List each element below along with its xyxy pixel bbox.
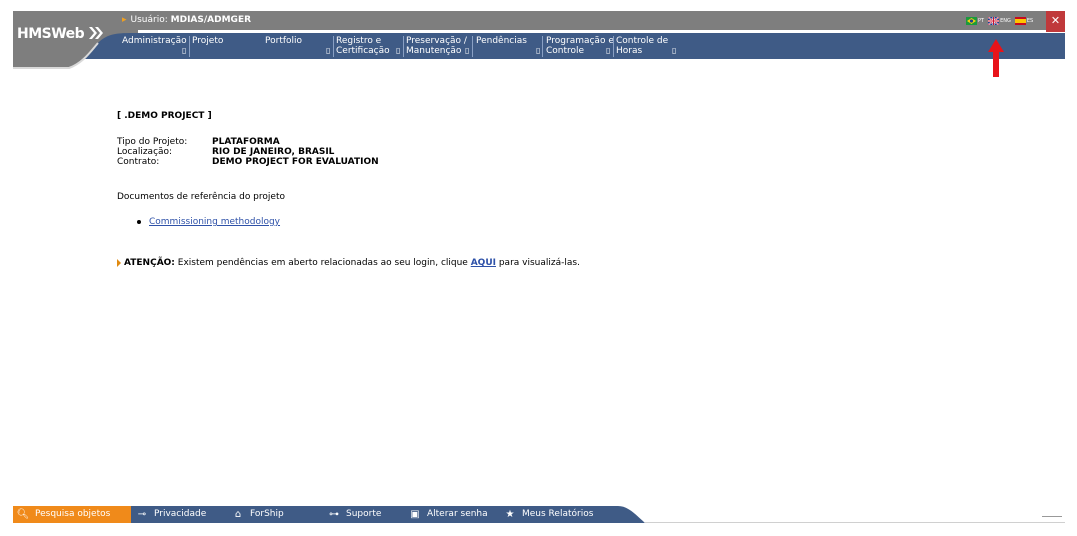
menu-separator xyxy=(189,36,190,57)
project-location-row: Localização: RIO DE JANEIRO, BRASIL xyxy=(117,147,334,157)
attention-link[interactable]: AQUI xyxy=(471,258,496,268)
project-location-value: RIO DE JANEIRO, BRASIL xyxy=(212,147,335,157)
user-label: Usuário: xyxy=(130,15,168,25)
menu-registro[interactable]: Registro e Certificação xyxy=(336,36,390,56)
footer-divider xyxy=(645,522,1065,523)
document-list-item: Commissioning methodology xyxy=(137,217,280,227)
user-bullet-icon: ▸ xyxy=(122,15,127,25)
project-location-label: Localização: xyxy=(117,147,173,157)
support-button[interactable]: ⊶ Suporte xyxy=(326,506,381,523)
privacy-button[interactable]: ⊸ Privacidade xyxy=(134,506,206,523)
forship-button[interactable]: ⌂ ForShip xyxy=(230,506,284,523)
menu-preservacao[interactable]: Preservação / Manutenção xyxy=(406,36,467,56)
project-type-value: PLATAFORMA xyxy=(212,137,280,147)
project-type-label: Tipo do Projeto: xyxy=(117,137,188,147)
menu-separator xyxy=(613,36,614,57)
menu-projeto[interactable]: Projeto xyxy=(192,36,223,46)
spain-flag-icon xyxy=(1014,17,1026,25)
logo[interactable]: HMSWeb xyxy=(13,11,138,70)
menu-separator xyxy=(333,36,334,57)
home-icon: ⌂ xyxy=(234,509,242,520)
attention-arrow-icon xyxy=(117,258,121,267)
menu-dropdown-icon: ▯ xyxy=(396,46,401,55)
lang-es[interactable]: ES xyxy=(1014,17,1033,25)
project-contract-label: Contrato: xyxy=(117,157,160,167)
logo-chevron-icon xyxy=(89,27,103,39)
footer-minimize xyxy=(1042,516,1062,517)
key-icon: ⊸ xyxy=(137,509,147,520)
project-title: [ .DEMO PROJECT ] xyxy=(117,111,212,121)
lang-eng[interactable]: ENG xyxy=(988,17,1011,25)
search-icon: 🔍︎ xyxy=(16,509,30,520)
logo-text: HMSWeb xyxy=(17,26,85,42)
user-value: MDIAS/ADMGER xyxy=(170,15,252,25)
menu-administracao[interactable]: Administração xyxy=(122,36,187,46)
wrench-icon: ⊶ xyxy=(329,509,339,520)
my-reports-button[interactable]: ★ Meus Relatórios xyxy=(502,506,594,523)
bullet-icon xyxy=(137,219,141,224)
menu-dropdown-icon: ▯ xyxy=(606,46,611,55)
menu-separator xyxy=(403,36,404,57)
uk-flag-icon xyxy=(988,17,1000,25)
documents-heading: Documentos de referência do projeto xyxy=(117,192,285,202)
menu-controle-horas[interactable]: Controle de Horas xyxy=(616,36,668,56)
menu-separator xyxy=(472,36,473,57)
document-link[interactable]: Commissioning methodology xyxy=(149,217,280,227)
menu-separator xyxy=(542,36,543,57)
menu-pendencias[interactable]: Pendências xyxy=(476,36,527,46)
attention-label: ATENÇÃO: xyxy=(124,258,175,268)
close-button[interactable]: ✕ xyxy=(1046,11,1065,32)
language-selector: PT ENG ES xyxy=(966,15,1037,27)
lock-icon: ▣ xyxy=(410,509,420,520)
lang-pt[interactable]: PT xyxy=(966,17,984,25)
menu-dropdown-icon: ▯ xyxy=(182,46,187,55)
menu-dropdown-icon: ▯ xyxy=(536,46,541,55)
star-icon: ★ xyxy=(505,509,515,520)
project-type-row: Tipo do Projeto: PLATAFORMA xyxy=(117,137,280,147)
menu-programacao[interactable]: Programação e Controle xyxy=(546,36,614,56)
menu-dropdown-icon: ▯ xyxy=(465,46,470,55)
attention-message: ATENÇÃO: Existem pendências em aberto re… xyxy=(117,258,580,268)
change-password-button[interactable]: ▣ Alterar senha xyxy=(407,506,487,523)
menu-dropdown-icon: ▯ xyxy=(326,46,331,55)
user-info: ▸ Usuário: MDIAS/ADMGER xyxy=(122,15,251,25)
search-objects-button[interactable]: 🔍︎ Pesquisa objetos xyxy=(13,506,131,523)
brazil-flag-icon xyxy=(966,17,977,25)
menu-portfolio[interactable]: Portfolio xyxy=(265,36,302,46)
project-contract-row: Contrato: DEMO PROJECT FOR EVALUATION xyxy=(117,157,379,167)
menu-dropdown-icon: ▯ xyxy=(672,46,677,55)
project-contract-value: DEMO PROJECT FOR EVALUATION xyxy=(212,157,379,167)
red-arrow-icon xyxy=(988,39,1004,77)
